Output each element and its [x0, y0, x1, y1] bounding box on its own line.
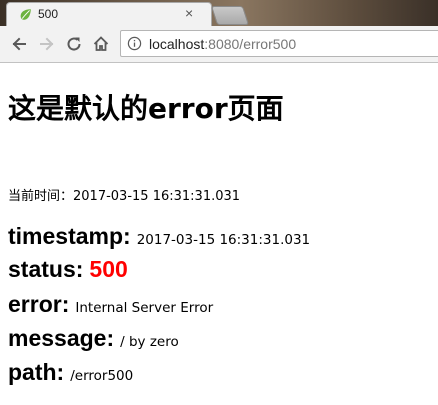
reload-icon[interactable]	[65, 35, 83, 53]
address-bar[interactable]: localhost:8080/error500	[120, 30, 438, 57]
back-arrow-icon[interactable]	[10, 35, 28, 53]
timestamp-value: 2017-03-15 16:31:31.031	[136, 232, 311, 248]
error-row: error: Internal Server Error	[8, 291, 213, 318]
tab-close-button[interactable]: ×	[185, 5, 193, 21]
error-value: Internal Server Error	[75, 300, 214, 316]
path-row: path: /error500	[8, 359, 133, 386]
info-icon[interactable]	[127, 36, 142, 51]
current-time-label: 当前时间：	[8, 189, 74, 204]
page-heading: 这是默认的error页面	[8, 92, 284, 125]
tab-title: 500	[38, 7, 59, 21]
home-icon[interactable]	[92, 35, 110, 53]
current-time-line: 当前时间：2017-03-15 16:31:31.031	[8, 185, 240, 204]
spring-leaf-icon	[20, 9, 31, 20]
message-row: message: / by zero	[8, 325, 179, 352]
timestamp-label: timestamp:	[8, 223, 131, 249]
path-label: path:	[8, 359, 65, 385]
timestamp-row: timestamp: 2017-03-15 16:31:31.031	[8, 223, 310, 250]
forward-arrow-icon[interactable]	[38, 35, 56, 53]
new-tab-button[interactable]	[210, 6, 250, 25]
path-value: /error500	[70, 368, 134, 384]
message-label: message:	[8, 325, 115, 351]
browser-tab-strip: 500 ×	[0, 0, 438, 26]
current-time-value: 2017-03-15 16:31:31.031	[73, 189, 241, 204]
status-row: status: 500	[8, 256, 128, 283]
url-text[interactable]: localhost:8080/error500	[149, 36, 296, 52]
url-path: :8080/error500	[204, 36, 297, 52]
status-value: 500	[89, 256, 128, 282]
browser-toolbar: localhost:8080/error500	[0, 26, 438, 63]
error-label: error:	[8, 291, 70, 317]
browser-tab[interactable]: 500 ×	[6, 2, 212, 26]
page-content: 这是默认的error页面 当前时间：2017-03-15 16:31:31.03…	[0, 63, 438, 405]
url-host: localhost	[149, 36, 205, 52]
message-value: / by zero	[120, 334, 179, 350]
status-label: status:	[8, 256, 84, 282]
